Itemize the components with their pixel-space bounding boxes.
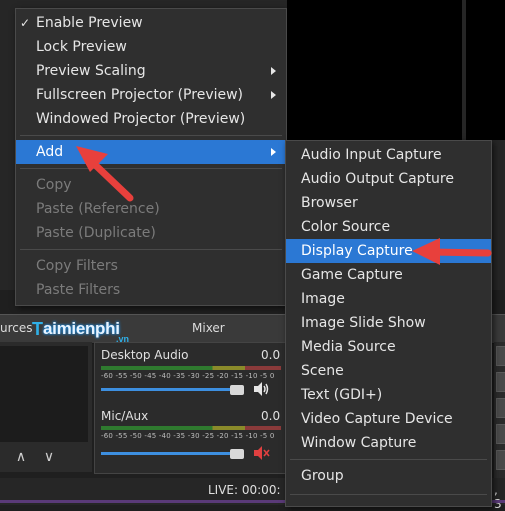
menu-item-paste-reference: Paste (Reference) [36,201,160,217]
preview-canvas-right [466,0,505,140]
move-up-button[interactable]: ∧ [8,446,34,468]
right-button-3[interactable] [496,398,505,418]
menu-item-paste-duplicate: Paste (Duplicate) [36,225,156,241]
desktop-audio-slider-handle[interactable] [230,385,244,395]
submenu-item-media-source[interactable]: Media Source [286,335,491,359]
submenu-item-scene[interactable]: Scene [286,359,491,383]
desktop-audio-volume-slider[interactable] [101,388,241,391]
menu-item-fullscreen-projector[interactable]: Fullscreen Projector (Preview) [16,83,286,107]
desktop-audio-ticks: -60 -55 -50 -45 -40 -35 -30 -25 -20 -15 … [101,372,275,380]
submenu-arrow-icon [271,148,276,156]
submenu-item-window-capture[interactable]: Window Capture [286,431,491,455]
live-timer: LIVE: 00:00: [208,483,281,497]
status-tail: , 3 [494,483,502,511]
right-button-2[interactable] [496,372,505,392]
mic-aux-meter [101,426,281,430]
move-down-button[interactable]: ∨ [36,446,62,468]
submenu-item-image-slide-show[interactable]: Image Slide Show [286,311,491,335]
submenu-item-browser[interactable]: Browser [286,191,491,215]
checkmark-icon: ✓ [20,16,31,30]
menu-separator [20,249,282,250]
desktop-audio-db: 0.0 [261,348,281,362]
mic-aux-ticks: -60 -55 -50 -45 -40 -35 -30 -25 -20 -15 … [101,432,275,440]
mic-aux-volume-slider[interactable] [101,452,241,455]
submenu-item-display-capture[interactable]: Display Capture [286,239,491,263]
submenu-item-group[interactable]: Group [286,464,491,488]
menu-item-windowed-projector[interactable]: Windowed Projector (Preview) [16,107,286,131]
add-source-submenu: Audio Input Capture Audio Output Capture… [285,140,492,507]
submenu-item-text-gdi[interactable]: Text (GDI+) [286,383,491,407]
submenu-item-game-capture[interactable]: Game Capture [286,263,491,287]
submenu-item-audio-input-capture[interactable]: Audio Input Capture [286,143,491,167]
sources-list[interactable] [0,346,88,442]
desktop-audio-meter [101,366,281,370]
submenu-item-image[interactable]: Image [286,287,491,311]
preview-context-menu: ✓ Enable Preview Lock Preview Preview Sc… [15,8,287,306]
right-button-4[interactable] [496,424,505,444]
mic-aux-label: Mic/Aux [101,409,149,423]
mic-aux-slider-handle[interactable] [230,449,244,459]
menu-item-add[interactable]: Add [16,140,286,164]
menu-separator [20,135,282,136]
mic-aux-db: 0.0 [261,409,281,423]
taimienphi-logo: Taimienphi .vn [32,318,130,345]
submenu-item-video-capture-device[interactable]: Video Capture Device [286,407,491,431]
mixer-dock-title: Mixer [192,321,225,335]
menu-separator [290,459,487,460]
sources-dock-title: urces [0,321,33,335]
desktop-audio-label: Desktop Audio [101,348,189,362]
menu-separator [290,494,487,495]
menu-item-enable-preview[interactable]: ✓ Enable Preview [16,11,286,35]
submenu-arrow-icon [271,67,276,75]
muted-speaker-icon[interactable] [252,445,270,461]
right-button-5[interactable] [496,450,505,470]
submenu-item-color-source[interactable]: Color Source [286,215,491,239]
submenu-item-audio-output-capture[interactable]: Audio Output Capture [286,167,491,191]
right-button-1[interactable] [496,346,505,366]
menu-item-preview-scaling[interactable]: Preview Scaling [16,59,286,83]
speaker-icon[interactable] [252,381,270,397]
preview-canvas [287,0,462,140]
menu-separator [20,168,282,169]
menu-item-lock-preview[interactable]: Lock Preview [16,35,286,59]
menu-item-paste-filters: Paste Filters [36,282,121,298]
menu-item-copy-filters: Copy Filters [36,258,118,274]
submenu-arrow-icon [271,91,276,99]
menu-item-copy: Copy [36,177,72,193]
